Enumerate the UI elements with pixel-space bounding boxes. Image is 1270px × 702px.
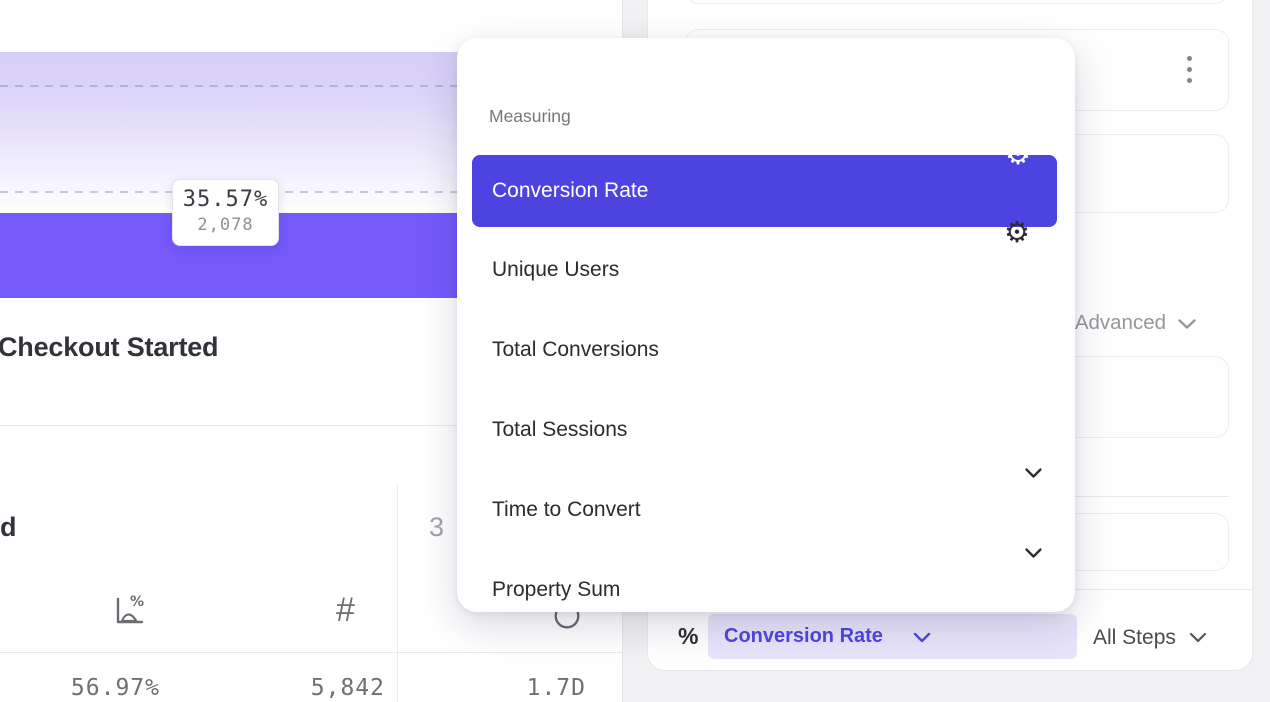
table-step-number: 3: [429, 512, 444, 543]
percent-symbol: %: [678, 623, 698, 650]
tooltip-conversion-rate: 35.57%: [173, 187, 278, 212]
funnel-tooltip: 35.57% 2,078: [172, 179, 279, 246]
gear-icon[interactable]: ⚙: [1003, 140, 1033, 170]
menu-item-time-to-convert[interactable]: Time to Convert: [457, 474, 1075, 546]
chevron-down-icon: [1024, 467, 1043, 479]
menu-item-total-conversions[interactable]: Total Conversions: [457, 314, 1075, 386]
advanced-toggle[interactable]: Advanced: [1075, 311, 1166, 335]
kebab-menu-icon[interactable]: [1187, 56, 1192, 83]
chevron-down-icon: [1024, 547, 1043, 559]
chevron-down-icon: [1177, 318, 1197, 330]
chevron-down-icon: [913, 632, 931, 643]
conversion-rate-chart-icon: %: [111, 592, 147, 628]
funnel-report-screen: 35.57% 2,078 Checkout Started d 3 % # 56…: [0, 0, 1270, 702]
menu-item-property-sum[interactable]: Property Sum: [457, 554, 1075, 626]
count-hash-icon: #: [336, 592, 355, 628]
menu-item-total-sessions[interactable]: Total Sessions: [457, 394, 1075, 466]
builder-row-card[interactable]: [685, 0, 1229, 4]
dropdown-header: Measuring: [489, 106, 571, 127]
table-step-label-truncated: d: [0, 512, 17, 543]
tooltip-count: 2,078: [173, 215, 278, 235]
measuring-dropdown: Measuring Conversion Rate ⚙ Unique Users…: [457, 38, 1075, 612]
svg-text:%: %: [130, 594, 144, 610]
menu-item-conversion-rate[interactable]: Conversion Rate: [472, 155, 1057, 227]
metric-conversion-rate: 56.97%: [40, 675, 160, 701]
table-column-divider: [397, 485, 398, 702]
chevron-down-icon: [1189, 632, 1207, 643]
metric-avg-time: 1.7D: [466, 675, 586, 701]
funnel-step-title: Checkout Started: [0, 332, 218, 363]
gear-icon[interactable]: ⚙: [1002, 218, 1032, 248]
metric-count: 5,842: [265, 675, 385, 701]
all-steps-selector[interactable]: All Steps: [1093, 626, 1176, 650]
table-row-divider: [0, 652, 622, 653]
menu-item-unique-users[interactable]: Unique Users: [457, 234, 1075, 306]
